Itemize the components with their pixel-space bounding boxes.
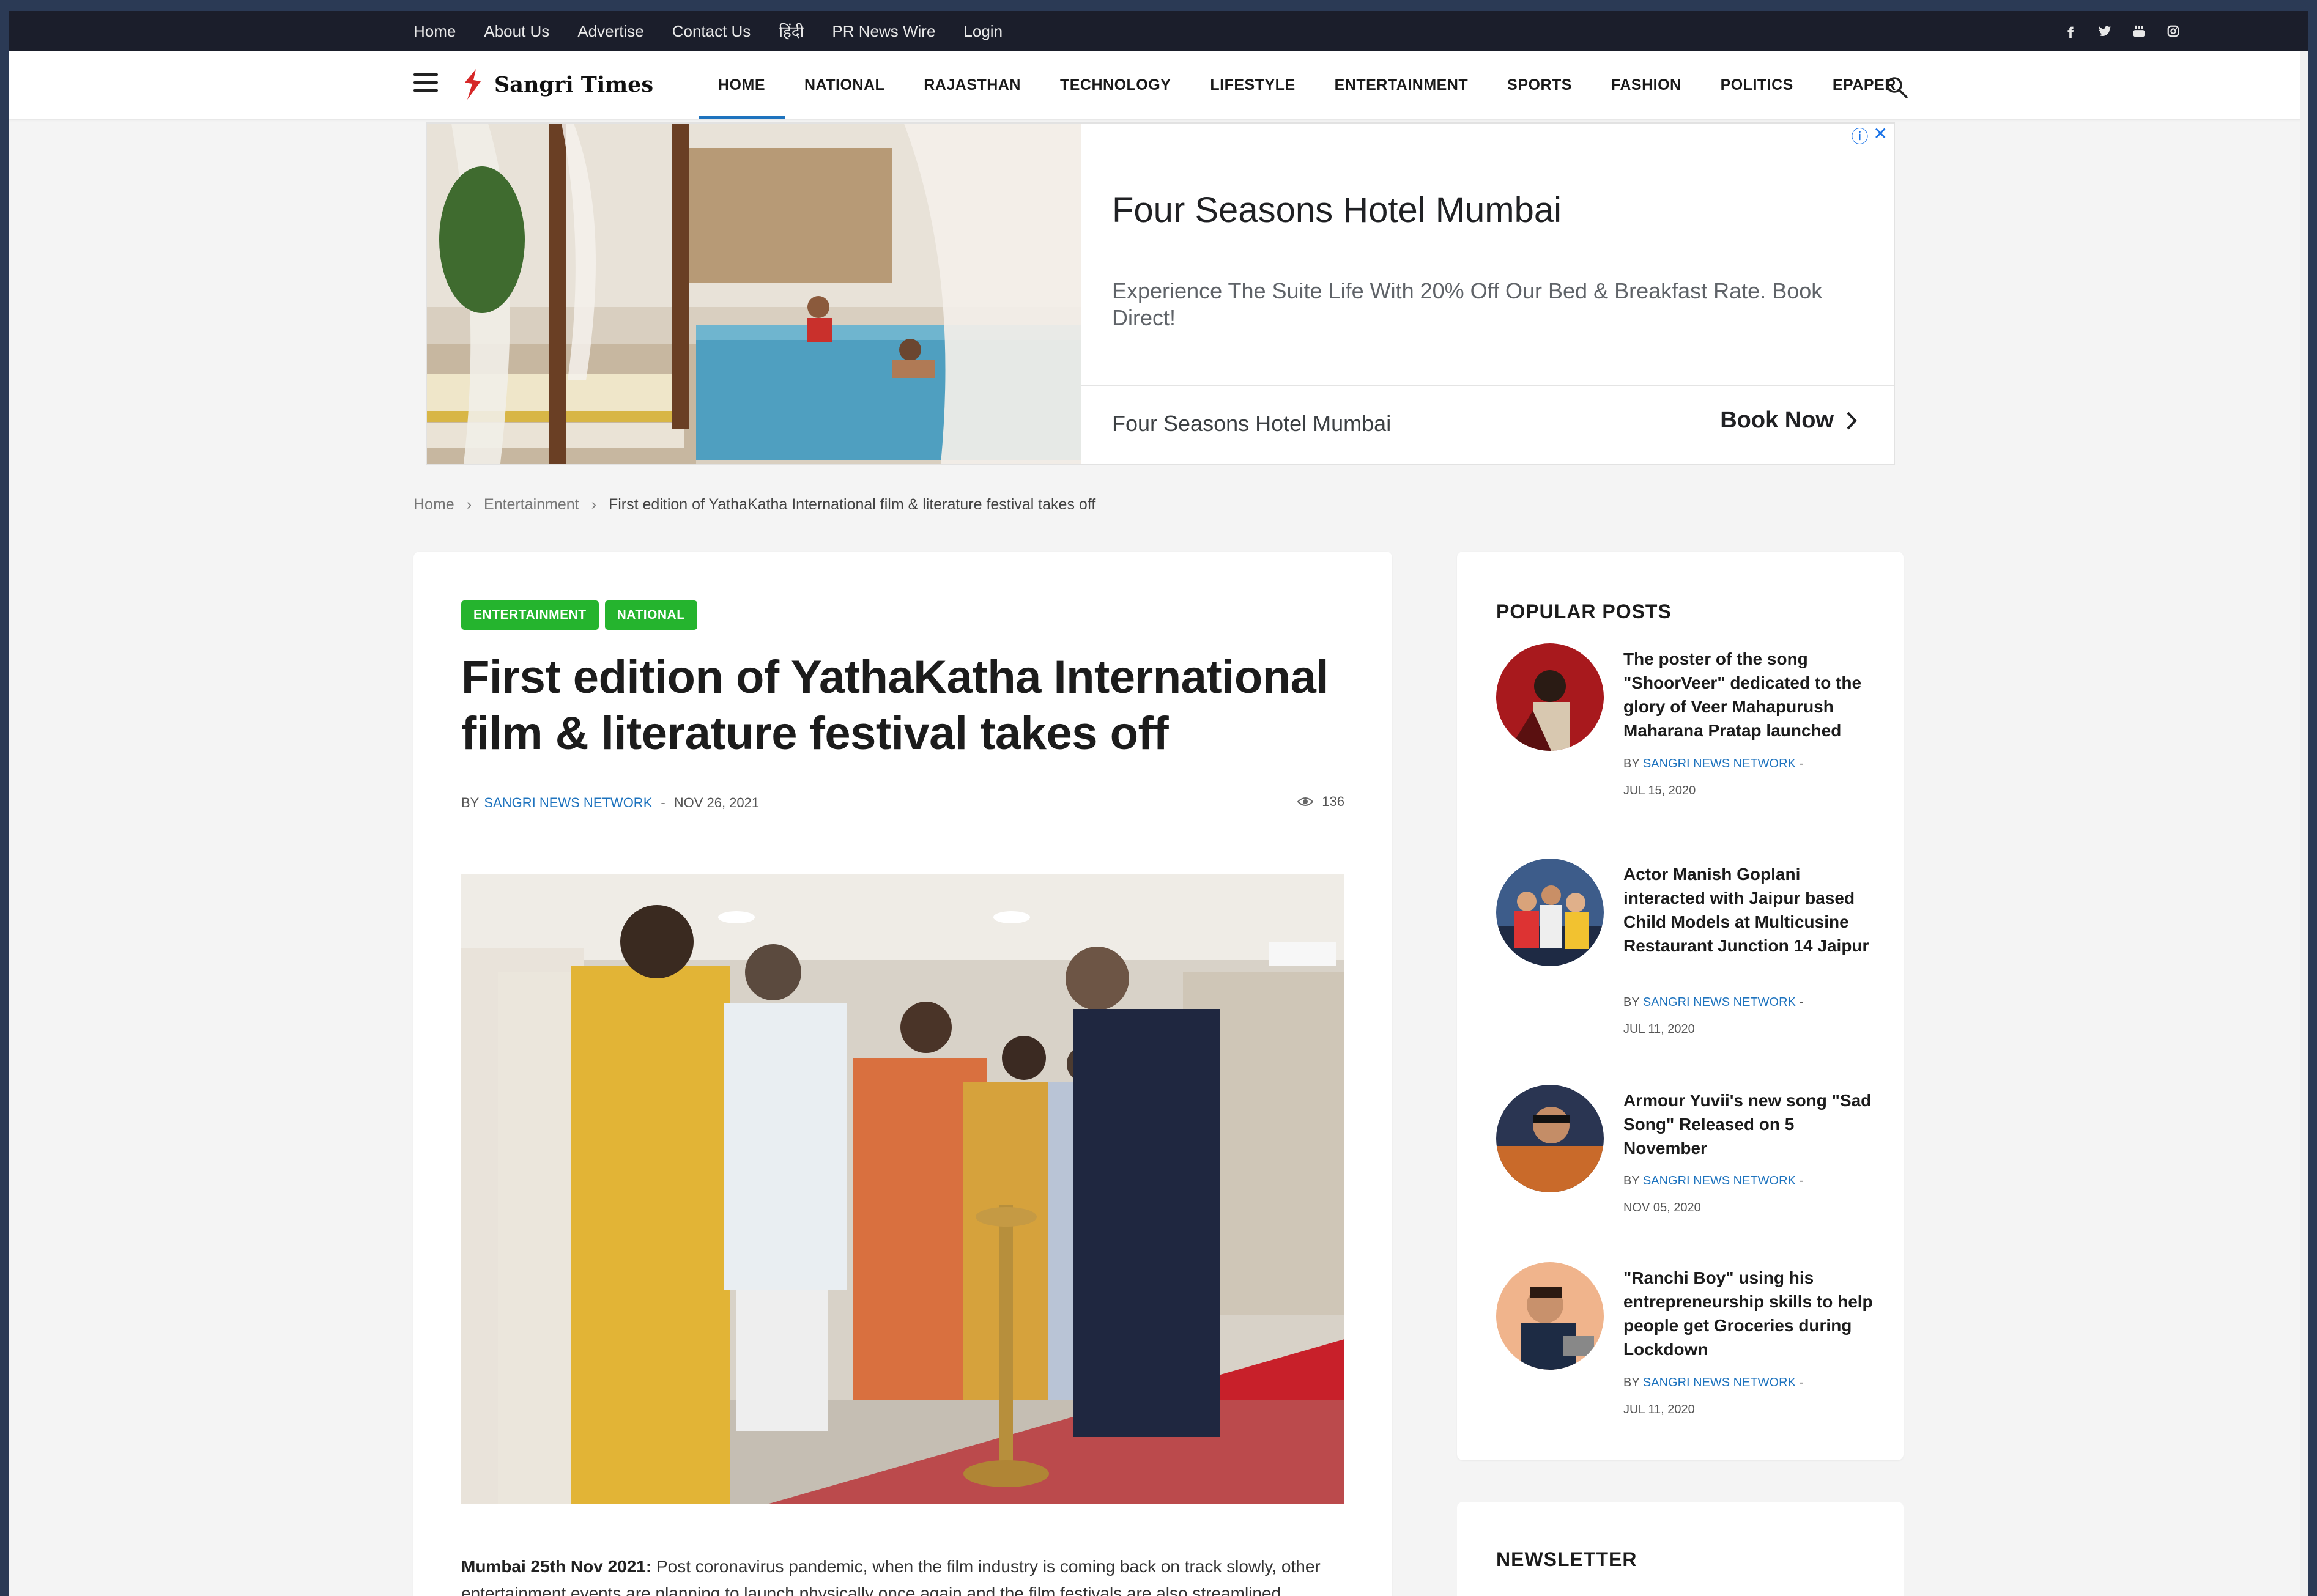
top-links: Home About Us Advertise Contact Us हिंदी…: [413, 11, 1031, 51]
ad-cta-label: Book Now: [1720, 407, 1834, 433]
nav-entertainment[interactable]: ENTERTAINMENT: [1315, 51, 1488, 119]
social-links: [2064, 11, 2180, 51]
nav-home[interactable]: HOME: [699, 51, 785, 119]
popular-post-thumbnail[interactable]: [1496, 1085, 1604, 1192]
main-navbar: Sangri Times HOME NATIONAL RAJASTHAN TEC…: [9, 51, 2308, 119]
top-link-pr-news-wire[interactable]: PR News Wire: [832, 22, 935, 41]
article-date: NOV 26, 2021: [673, 795, 760, 810]
by-label: BY: [1623, 757, 1640, 770]
popular-post[interactable]: "Ranchi Boy" using his entrepreneurship …: [1496, 1262, 1875, 1416]
hamburger-menu-icon[interactable]: [413, 73, 438, 94]
article-tags: ENTERTAINMENT NATIONAL: [461, 600, 697, 630]
popular-post-title[interactable]: The poster of the song "ShoorVeer" dedic…: [1623, 647, 1880, 742]
main-menu: HOME NATIONAL RAJASTHAN TECHNOLOGY LIFES…: [699, 51, 1916, 119]
newsletter-title: NEWSLETTER: [1496, 1548, 1637, 1570]
popular-post-title[interactable]: "Ranchi Boy" using his entrepreneurship …: [1623, 1266, 1880, 1361]
popular-post-meta: BY SANGRI NEWS NETWORK -: [1623, 1376, 1804, 1389]
popular-post-author[interactable]: SANGRI NEWS NETWORK: [1643, 1376, 1796, 1389]
popular-post-title[interactable]: Armour Yuvii's new song "Sad Song" Relea…: [1623, 1088, 1880, 1160]
article-views: 136: [1297, 794, 1344, 810]
ad-book-now-button[interactable]: Book Now: [1720, 407, 1857, 434]
popular-posts-title: POPULAR POSTS: [1496, 600, 1672, 623]
views-count: 136: [1322, 794, 1344, 809]
popular-post-date: JUL 15, 2020: [1623, 784, 1696, 797]
meta-separator: -: [661, 795, 665, 810]
article-author-link[interactable]: SANGRI NEWS NETWORK: [484, 795, 652, 811]
ad-info-icon[interactable]: ⓘ: [1852, 124, 1869, 148]
ad-divider: [1081, 385, 1894, 386]
popular-post-author[interactable]: SANGRI NEWS NETWORK: [1643, 757, 1796, 770]
article-lead-bold: Mumbai 25th Nov 2021:: [461, 1557, 652, 1576]
nav-lifestyle[interactable]: LIFESTYLE: [1190, 51, 1314, 119]
top-link-advertise[interactable]: Advertise: [577, 22, 643, 41]
top-link-home[interactable]: Home: [413, 22, 456, 41]
popular-post-meta: BY SANGRI NEWS NETWORK -: [1623, 996, 1804, 1009]
popular-post-date: JUL 11, 2020: [1623, 1022, 1695, 1036]
top-link-hindi[interactable]: हिंदी: [779, 20, 804, 42]
chevron-right-icon: [1847, 412, 1857, 429]
article-meta: BY SANGRI NEWS NETWORK - NOV 26, 2021: [461, 795, 759, 811]
newsletter-widget: NEWSLETTER: [1457, 1502, 1904, 1596]
popular-post-meta: BY SANGRI NEWS NETWORK -: [1623, 757, 1804, 770]
logo-mark-icon: [465, 69, 481, 100]
top-bar: Home About Us Advertise Contact Us हिंदी…: [9, 11, 2308, 51]
by-label: BY: [1623, 1174, 1640, 1188]
article-hero-image: [461, 874, 1344, 1504]
nav-sports[interactable]: SPORTS: [1488, 51, 1592, 119]
twitter-icon[interactable]: [2098, 24, 2111, 39]
top-link-about[interactable]: About Us: [484, 22, 549, 41]
article-body: Mumbai 25th Nov 2021: Post coronavirus p…: [461, 1553, 1344, 1596]
breadcrumb-home[interactable]: Home: [413, 496, 454, 514]
top-link-contact[interactable]: Contact Us: [672, 22, 751, 41]
nav-fashion[interactable]: FASHION: [1592, 51, 1701, 119]
chevron-right-icon: ›: [591, 496, 596, 513]
page-scrollbar[interactable]: [2300, 51, 2308, 1596]
popular-post-date: JUL 11, 2020: [1623, 1403, 1695, 1416]
search-icon[interactable]: [1885, 76, 1908, 99]
popular-post-thumbnail[interactable]: [1496, 859, 1604, 966]
nav-politics[interactable]: POLITICS: [1701, 51, 1813, 119]
by-label: BY: [1623, 996, 1640, 1009]
breadcrumb-entertainment[interactable]: Entertainment: [484, 496, 579, 514]
popular-post-thumbnail[interactable]: [1496, 1262, 1604, 1370]
breadcrumb-current: First edition of YathaKatha Internationa…: [608, 496, 1096, 513]
nav-technology[interactable]: TECHNOLOGY: [1040, 51, 1190, 119]
article-title: First edition of YathaKatha Internationa…: [461, 651, 1329, 759]
popular-post-date: NOV 05, 2020: [1623, 1201, 1701, 1214]
ad-choices[interactable]: ⓘ ✕: [1852, 124, 1888, 148]
chevron-right-icon: ›: [466, 496, 472, 513]
page: Home About Us Advertise Contact Us हिंदी…: [9, 11, 2308, 1596]
popular-post[interactable]: The poster of the song "ShoorVeer" dedic…: [1496, 643, 1875, 797]
nav-national[interactable]: NATIONAL: [785, 51, 904, 119]
facebook-icon[interactable]: [2064, 24, 2077, 39]
ad-headline[interactable]: Four Seasons Hotel Mumbai: [1112, 190, 1562, 231]
eye-icon: [1297, 797, 1314, 806]
site-logo[interactable]: Sangri Times: [462, 67, 653, 102]
popular-post[interactable]: Armour Yuvii's new song "Sad Song" Relea…: [1496, 1085, 1875, 1225]
breadcrumb: Home › Entertainment › First edition of …: [413, 496, 1095, 514]
popular-post[interactable]: Actor Manish Goplani interacted with Jai…: [1496, 859, 1875, 1036]
ad-advertiser: Four Seasons Hotel Mumbai: [1112, 411, 1392, 436]
instagram-icon[interactable]: [2167, 24, 2180, 39]
by-label: BY: [1623, 1376, 1640, 1389]
youtube-icon[interactable]: [2132, 24, 2146, 39]
ad-hotel-pool-image[interactable]: [427, 124, 1081, 464]
top-link-login[interactable]: Login: [963, 22, 1003, 41]
popular-post-thumbnail[interactable]: [1496, 643, 1604, 751]
popular-post-author[interactable]: SANGRI NEWS NETWORK: [1643, 996, 1796, 1009]
popular-posts-widget: POPULAR POSTS The poster of the song "Sh…: [1457, 552, 1904, 1460]
logo-text: Sangri Times: [494, 72, 654, 97]
tag-national[interactable]: NATIONAL: [604, 600, 697, 630]
popular-post-title[interactable]: Actor Manish Goplani interacted with Jai…: [1623, 862, 1880, 958]
ad-banner[interactable]: ⓘ ✕ Four Seasons Hotel Mumbai Experience…: [426, 122, 1895, 465]
tag-entertainment[interactable]: ENTERTAINMENT: [461, 600, 599, 630]
by-label: BY: [461, 795, 480, 810]
ad-close-icon[interactable]: ✕: [1874, 124, 1888, 148]
nav-rajasthan[interactable]: RAJASTHAN: [904, 51, 1040, 119]
ad-description: Experience The Suite Life With 20% Off O…: [1112, 278, 1823, 330]
popular-post-author[interactable]: SANGRI NEWS NETWORK: [1643, 1174, 1796, 1188]
article-card: ENTERTAINMENT NATIONAL First edition of …: [413, 552, 1392, 1596]
popular-post-meta: BY SANGRI NEWS NETWORK -: [1623, 1174, 1804, 1188]
